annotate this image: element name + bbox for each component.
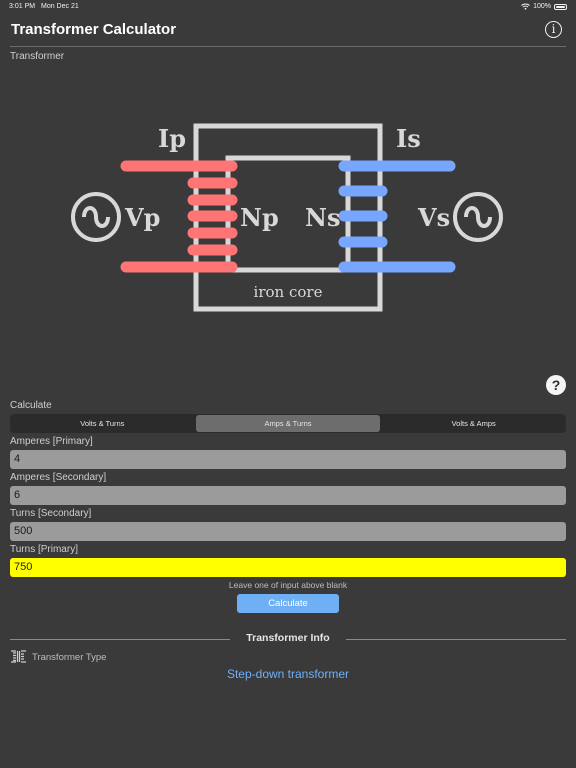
primary-source-icon xyxy=(71,192,121,242)
label-iron-core: iron core xyxy=(254,283,323,301)
status-time: 3:01 PM xyxy=(9,3,36,10)
input-hint: Leave one of input above blank xyxy=(228,580,348,590)
secondary-source-icon xyxy=(453,192,503,242)
label-ip: Ip xyxy=(158,124,186,153)
mode-volts-amps[interactable]: Volts & Amps xyxy=(381,414,566,433)
info-icon[interactable]: i xyxy=(545,21,562,38)
transformer-info-title: Transformer Info xyxy=(246,632,330,644)
transformer-type-value: Step-down transformer xyxy=(226,667,350,681)
turns-primary-input[interactable]: 750 xyxy=(10,558,566,577)
calculate-button[interactable]: Calculate xyxy=(237,594,339,613)
label-vs: Vs xyxy=(417,203,450,232)
label-vp: Vp xyxy=(124,203,160,232)
transformer-icon xyxy=(11,650,26,663)
transformer-type-label: Transformer Type xyxy=(32,652,107,663)
amperes-secondary-input[interactable]: 6 xyxy=(10,486,566,505)
transformer-info-header: Transformer Info xyxy=(10,632,566,646)
battery-percent: 100% xyxy=(533,3,551,10)
status-date: Mon Dec 21 xyxy=(41,3,79,10)
label-is: Is xyxy=(396,124,421,153)
page-title: Transformer Calculator xyxy=(11,21,177,38)
wifi-icon xyxy=(521,3,530,10)
label-np: Np xyxy=(240,203,279,232)
status-right: 100% xyxy=(521,3,567,10)
mode-amps-turns[interactable]: Amps & Turns xyxy=(195,415,381,432)
battery-icon xyxy=(554,3,567,10)
calculate-label: Calculate xyxy=(10,400,52,411)
amperes-secondary-label: Amperes [Secondary] xyxy=(10,472,107,483)
header-divider xyxy=(10,46,566,47)
turns-secondary-label: Turns [Secondary] xyxy=(10,508,92,519)
mode-volts-turns[interactable]: Volts & Turns xyxy=(10,414,195,433)
amperes-primary-label: Amperes [Primary] xyxy=(10,436,93,447)
help-icon[interactable]: ? xyxy=(546,375,566,395)
turns-secondary-input[interactable]: 500 xyxy=(10,522,566,541)
transformer-diagram: Ip Is Vp Vs Np Ns iron core xyxy=(71,123,503,312)
turns-primary-label: Turns [Primary] xyxy=(10,544,78,555)
calculate-mode-selector: Volts & Turns Amps & Turns Volts & Amps xyxy=(10,414,566,433)
diagram-section-label: Transformer xyxy=(10,51,65,62)
amperes-primary-input[interactable]: 4 xyxy=(10,450,566,469)
status-bar: 3:01 PM Mon Dec 21 100% xyxy=(0,0,576,14)
info-divider-right xyxy=(346,639,566,640)
label-ns: Ns xyxy=(305,203,340,232)
